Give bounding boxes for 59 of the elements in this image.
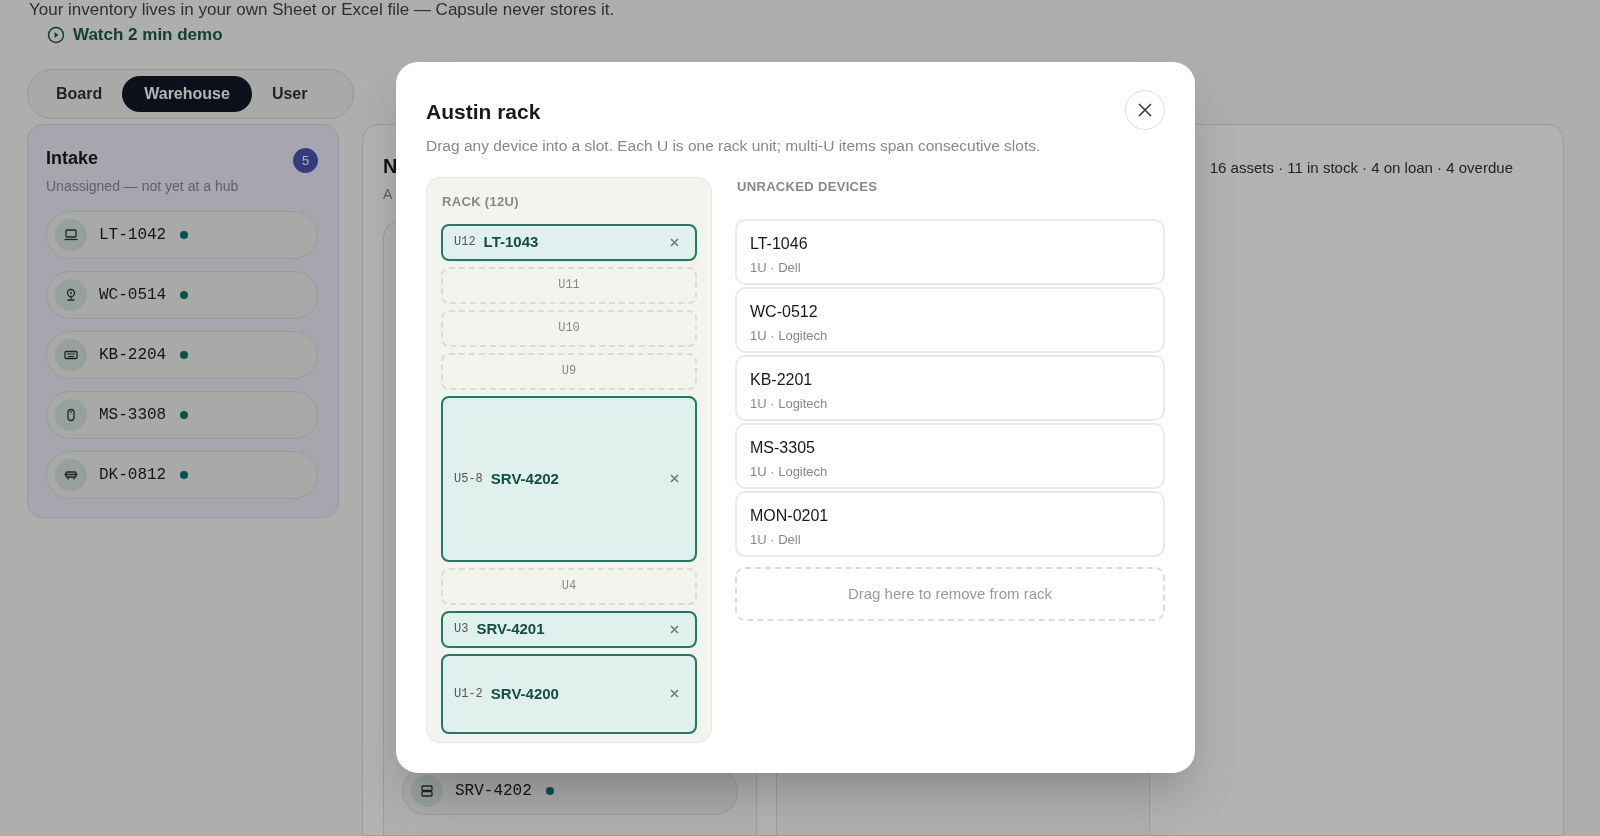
- view-tab[interactable]: User: [251, 75, 328, 112]
- panel-subtitle: Unassigned — not yet at a hub: [46, 176, 239, 196]
- section-heading: UNRACKED DEVICES: [737, 178, 879, 197]
- device-name: SRV-4200: [490, 683, 560, 704]
- play-icon: [47, 25, 65, 44]
- device-chip[interactable]: KB-2204: [46, 330, 318, 379]
- device-meta: 1U · Logitech: [750, 326, 829, 345]
- stats-text: 16 assets · 11 in stock · 4 on loan · 4 overdue: [1209, 157, 1513, 178]
- device-meta: 1U · Logitech: [750, 462, 829, 481]
- slot-label: U3: [454, 621, 469, 639]
- count-badge: 5: [293, 147, 318, 173]
- device-chip[interactable]: LT-1042: [46, 210, 318, 259]
- remove-icon[interactable]: [670, 624, 679, 634]
- device-name: SRV-4202: [490, 468, 560, 489]
- slot-label: U1-2: [454, 685, 483, 703]
- device-meta: 1U · Dell: [750, 530, 802, 549]
- panel-subtitle: A: [383, 184, 394, 204]
- rack-slot[interactable]: U5-8 SRV-4202: [441, 395, 697, 562]
- device-chip[interactable]: WC-0514: [46, 270, 318, 319]
- device-card[interactable]: MS-3305 1U · Logitech: [735, 422, 1165, 489]
- intro-text: Your inventory lives in your own Sheet or Excel file — Capsule never stores it.: [29, 0, 616, 20]
- device-code: SRV-4202: [455, 780, 532, 802]
- panel-title: N: [383, 153, 398, 179]
- dialog-description: Drag any device into a slot. Each U is one rack unit; multi-U items span consecutive slots.: [426, 136, 1042, 156]
- rack-heading: RACK (12U): [442, 193, 520, 212]
- remove-icon[interactable]: [670, 689, 679, 699]
- slot-label: U12: [454, 234, 476, 252]
- rack-slot[interactable]: U12 LT-1043: [441, 223, 697, 261]
- device-code: KB-2204: [99, 344, 167, 366]
- device-card[interactable]: WC-0512 1U · Logitech: [735, 286, 1165, 353]
- device-meta: 1U · Dell: [750, 258, 802, 277]
- device-chip[interactable]: MS-3308: [46, 390, 318, 439]
- device-name: SRV-4201: [476, 619, 546, 639]
- device-card[interactable]: LT-1046 1U · Dell: [735, 218, 1165, 285]
- device-name: MS-3305: [750, 437, 816, 458]
- device-name: LT-1046: [750, 233, 809, 254]
- device-name: LT-1043: [483, 232, 540, 252]
- device-card[interactable]: MON-0201 1U · Dell: [735, 490, 1165, 557]
- rack-slot[interactable]: U3 SRV-4201: [441, 610, 697, 648]
- device-name: WC-0512: [750, 301, 819, 322]
- remove-icon[interactable]: [670, 474, 679, 484]
- device-meta: 1U · Logitech: [750, 394, 829, 413]
- panel-title: Intake: [46, 146, 100, 170]
- slot-label: U5-8: [454, 470, 483, 488]
- close-icon: [1138, 103, 1152, 117]
- device-card[interactable]: KB-2201 1U · Logitech: [735, 354, 1165, 421]
- device-name: MON-0201: [750, 505, 830, 526]
- device-chip[interactable]: DK-0812: [46, 450, 318, 499]
- device-name: KB-2201: [750, 369, 814, 390]
- demo-link[interactable]: Watch 2 min demo: [47, 22, 223, 48]
- device-code: DK-0812: [99, 464, 167, 486]
- view-tab[interactable]: Board: [36, 75, 123, 112]
- view-tab[interactable]: Warehouse: [122, 75, 252, 112]
- device-code: LT-1042: [99, 224, 167, 246]
- device-code: WC-0514: [99, 284, 167, 306]
- remove-icon[interactable]: [670, 237, 679, 247]
- rack-slot[interactable]: U1-2 SRV-4200: [441, 653, 697, 734]
- dialog-title: Austin rack: [426, 99, 541, 125]
- device-code: MS-3308: [99, 404, 167, 426]
